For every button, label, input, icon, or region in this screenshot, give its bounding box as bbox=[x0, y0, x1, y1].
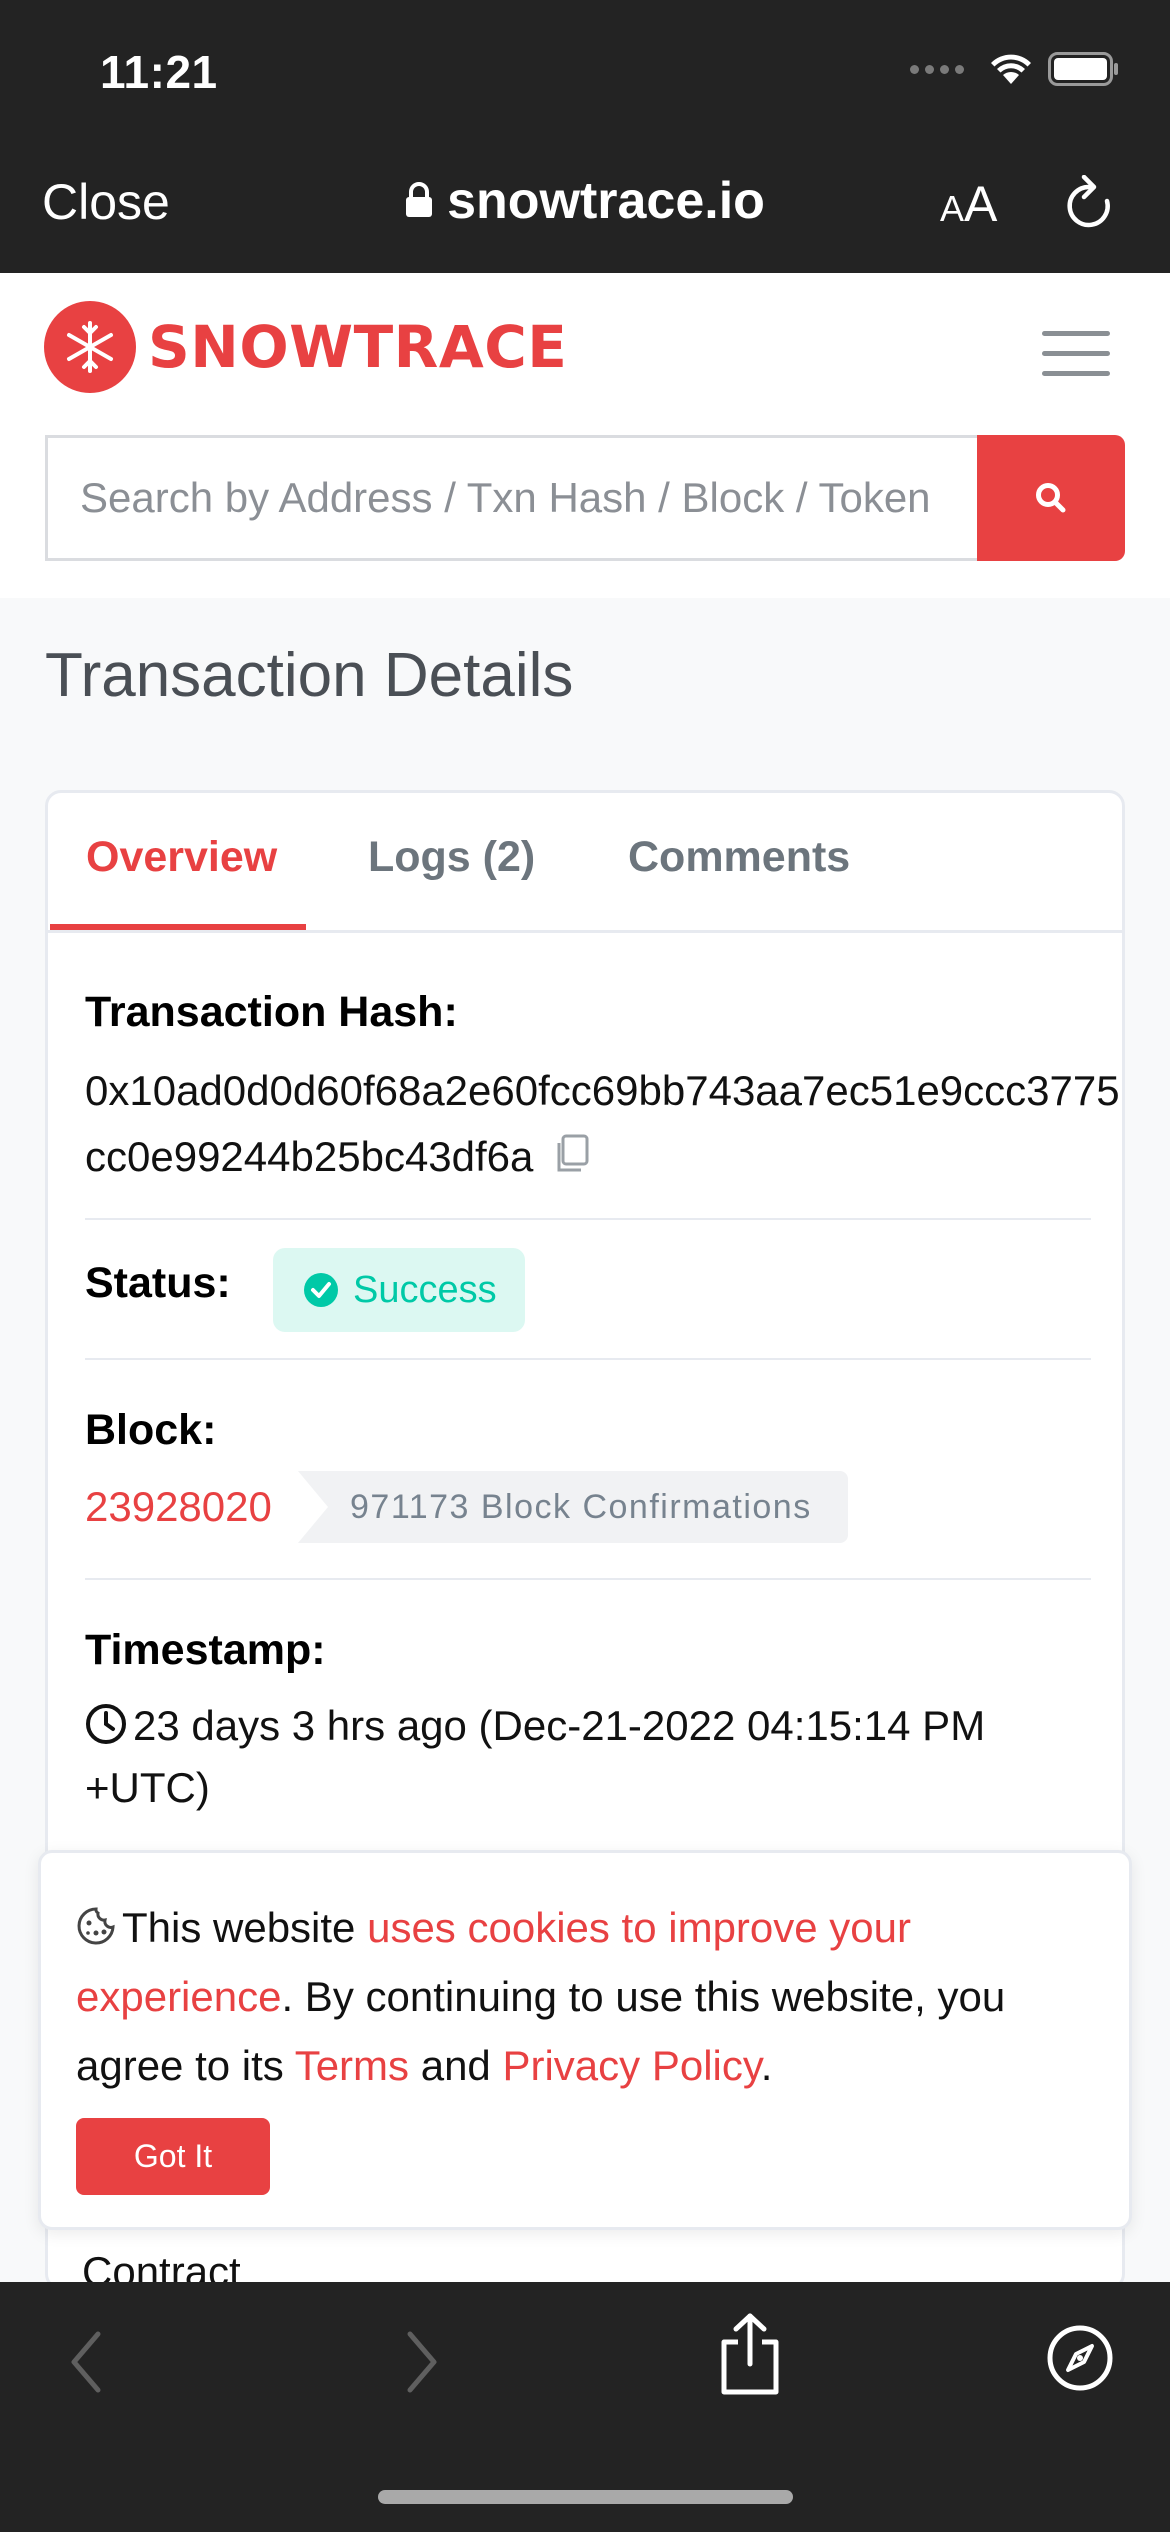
check-circle-icon bbox=[304, 1273, 338, 1307]
status-badge: Success bbox=[273, 1248, 525, 1332]
forward-arrow-icon[interactable] bbox=[402, 2330, 442, 2394]
status-text: Success bbox=[353, 1268, 497, 1311]
clock-icon bbox=[86, 1703, 126, 1744]
timestamp-label: Timestamp: bbox=[85, 1626, 326, 1674]
cellular-signal-icon bbox=[910, 64, 964, 74]
search-bar: Search by Address / Txn Hash / Block / T… bbox=[45, 435, 1125, 561]
cookie-text-1: This website bbox=[122, 1904, 368, 1951]
tab-overview[interactable]: Overview bbox=[86, 833, 277, 882]
terms-link[interactable]: Terms bbox=[295, 2042, 409, 2089]
block-label: Block: bbox=[85, 1406, 217, 1454]
cookie-banner: This website uses cookies to improve you… bbox=[38, 1850, 1132, 2230]
text-size-large-a: A bbox=[964, 176, 998, 232]
copy-icon[interactable] bbox=[553, 1134, 591, 1174]
search-input[interactable]: Search by Address / Txn Hash / Block / T… bbox=[45, 435, 977, 561]
transaction-hash-value: 0x10ad0d0d60f68a2e60fcc69bb743aa7ec51e9c… bbox=[85, 1058, 1125, 1190]
back-arrow-icon[interactable] bbox=[66, 2330, 106, 2394]
url-text: snowtrace.io bbox=[447, 172, 765, 230]
reload-icon[interactable] bbox=[1064, 175, 1114, 231]
wifi-icon bbox=[991, 54, 1031, 84]
divider bbox=[85, 1358, 1091, 1360]
hamburger-menu-icon[interactable] bbox=[1042, 331, 1110, 391]
browser-address-bar: Close snowtrace.io AA bbox=[0, 145, 1170, 273]
tab-comments[interactable]: Comments bbox=[628, 833, 850, 882]
lock-icon bbox=[406, 182, 433, 218]
snowtrace-logo[interactable]: SNOWTRACE bbox=[44, 301, 567, 393]
transaction-hash-text: 0x10ad0d0d60f68a2e60fcc69bb743aa7ec51e9c… bbox=[85, 1067, 1120, 1180]
home-indicator bbox=[378, 2490, 793, 2504]
divider bbox=[85, 1578, 1091, 1580]
text-size-small-a: A bbox=[940, 188, 965, 229]
privacy-policy-link[interactable]: Privacy Policy bbox=[502, 2042, 760, 2089]
got-it-button[interactable]: Got It bbox=[76, 2118, 270, 2195]
timestamp-text: 23 days 3 hrs ago (Dec-21-2022 04:15:14 … bbox=[85, 1702, 986, 1811]
site-header: SNOWTRACE Search by Address / Txn Hash /… bbox=[0, 273, 1170, 598]
status-label: Status: bbox=[85, 1259, 231, 1307]
transaction-hash-label: Transaction Hash: bbox=[85, 988, 458, 1036]
ios-status-bar: 11:21 bbox=[0, 0, 1170, 145]
block-confirmations: 971173 Block Confirmations bbox=[298, 1471, 848, 1543]
battery-icon bbox=[1048, 52, 1118, 86]
cookie-text-3: and bbox=[409, 2042, 503, 2089]
timestamp-value: 23 days 3 hrs ago (Dec-21-2022 04:15:14 … bbox=[85, 1695, 1095, 1819]
status-icons bbox=[910, 52, 1120, 86]
status-time: 11:21 bbox=[100, 46, 218, 98]
search-icon bbox=[1036, 483, 1066, 513]
cookie-message: This website uses cookies to improve you… bbox=[76, 1893, 1096, 2100]
cookie-text-4: . bbox=[760, 2042, 773, 2089]
brand-name: SNOWTRACE bbox=[148, 313, 568, 381]
divider bbox=[85, 1218, 1091, 1220]
active-tab-indicator bbox=[50, 924, 306, 930]
snowflake-logo-icon bbox=[44, 301, 136, 393]
cookie-icon bbox=[77, 1907, 115, 1945]
page-title: Transaction Details bbox=[45, 641, 574, 710]
share-icon[interactable] bbox=[718, 2312, 782, 2396]
text-size-button[interactable]: AA bbox=[940, 175, 997, 233]
tab-logs[interactable]: Logs (2) bbox=[368, 833, 535, 882]
block-number-link[interactable]: 23928020 bbox=[85, 1483, 272, 1531]
search-button[interactable] bbox=[977, 435, 1125, 561]
compass-icon[interactable] bbox=[1046, 2324, 1114, 2392]
tab-bar: Overview Logs (2) Comments bbox=[48, 793, 1122, 933]
